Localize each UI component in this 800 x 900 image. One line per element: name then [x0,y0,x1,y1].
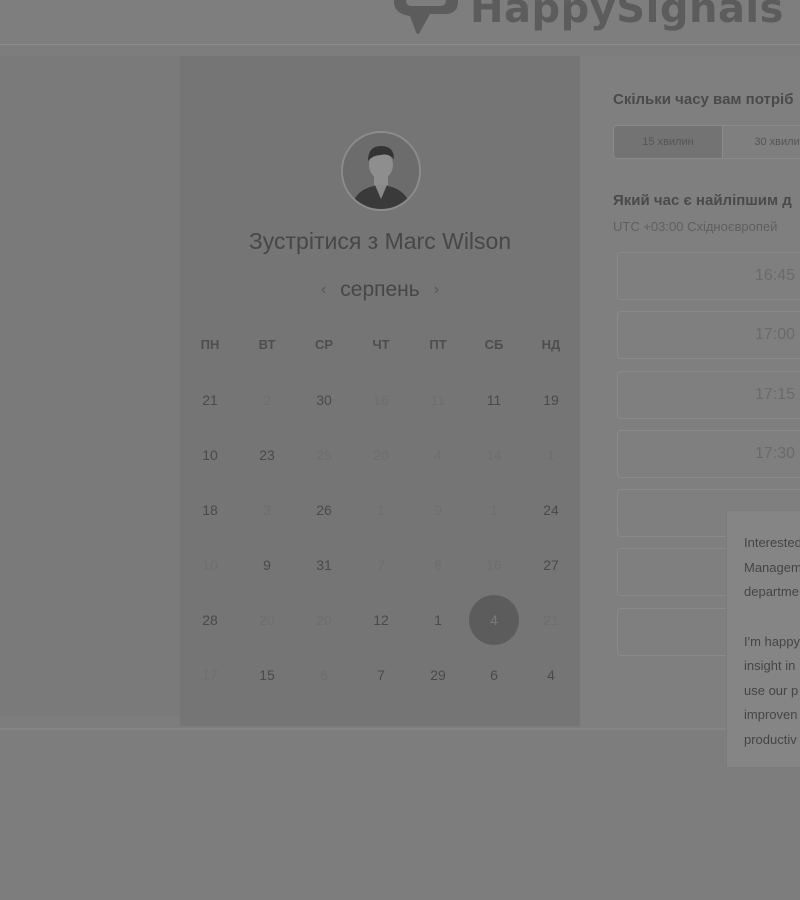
chat-message-line: use our p [744,683,799,698]
calendar-day: 3 [263,502,271,518]
calendar-day[interactable]: 19 [531,392,571,408]
time-question: Який час є найліпшим д [613,192,792,209]
host-avatar [341,131,421,211]
calendar-day: 16 [486,557,502,573]
weekday-label: НД [541,337,561,352]
calendar-day: 8 [434,557,442,573]
calendar-day[interactable]: 10 [190,447,230,463]
time-slot[interactable]: 17:15 [617,371,800,419]
chat-popup[interactable]: Interested Managem departme I'm happy in… [726,510,800,768]
calendar-day: 1 [490,502,498,518]
calendar-day[interactable]: 6 [474,667,514,683]
calendar-day[interactable]: 11 [474,392,514,408]
chevron-left-icon[interactable]: ‹ [307,281,340,299]
calendar-day: 7 [377,557,385,573]
calendar-day: 2 [263,392,271,408]
calendar-day[interactable]: 31 [304,557,344,573]
meeting-title: Зустрітися з Marc Wilson [248,228,512,254]
duration-option-15[interactable]: 15 хвилин [614,126,723,158]
person-avatar-icon [343,133,419,209]
chat-message-line: Managem [744,560,800,575]
calendar-day: 16 [373,392,389,408]
calendar-day[interactable]: 26 [304,502,344,518]
time-slot[interactable]: 16:45 [617,252,800,300]
calendar-day[interactable]: 12 [361,612,401,628]
calendar-day: 1 [547,447,555,463]
calendar-day: 20 [373,447,389,463]
calendar-day[interactable]: 23 [247,447,287,463]
duration-question: Скільки часу вам потріб [613,91,794,108]
calendar-day[interactable]: 30 [304,392,344,408]
scheduler-panel: Зустрітися з Marc Wilson ‹ серпень › ПН … [180,56,580,726]
calendar-day[interactable]: 9 [247,557,287,573]
calendar-day: 20 [259,612,275,628]
weekday-label: ЧТ [372,337,390,352]
calendar-day[interactable]: 29 [418,667,458,683]
duration-option-30[interactable]: 30 хвили [723,126,800,158]
chevron-right-icon[interactable]: › [420,281,453,299]
calendar-day[interactable]: 27 [531,557,571,573]
calendar-day: 9 [434,502,442,518]
calendar-day: 11 [430,392,446,408]
calendar-day: 17 [202,667,218,683]
weekday-label: СБ [484,337,504,352]
chat-message-line: insight in [744,658,796,673]
calendar-day[interactable]: 24 [531,502,571,518]
brand-name: HappySignals [470,0,784,32]
calendar-day: 10 [202,557,218,573]
chat-message-line: productiv [744,732,797,747]
calendar-day: 1 [377,502,385,518]
weekday-label: ПН [200,337,220,352]
chat-message-line: Interested [744,535,800,550]
timezone-label[interactable]: UTC +03:00 Східноєвропей [613,219,777,234]
duration-selector: 15 хвилин 30 хвили [613,125,800,159]
header-bar: HappySignals [0,0,800,45]
calendar-day: 6 [320,667,328,683]
weekday-label: СР [314,337,334,352]
chat-message-line: departme [744,584,799,599]
calendar-day[interactable]: 7 [361,667,401,683]
left-pane [0,56,180,716]
weekday-label: ПТ [429,337,447,352]
calendar-day: 14 [486,447,502,463]
calendar-day[interactable]: 21 [190,392,230,408]
weekday-label: ВТ [258,337,276,352]
calendar-day[interactable]: 4 [531,667,571,683]
calendar-day[interactable]: 28 [190,612,230,628]
calendar-day: 20 [316,612,332,628]
chat-message-line: improven [744,707,798,722]
divider [0,728,800,730]
month-navigation: ‹ серпень › [180,278,580,302]
calendar-day: 4 [434,447,442,463]
month-label: серпень [340,278,420,301]
calendar-day[interactable]: 1 [418,612,458,628]
calendar-day: 21 [543,612,559,628]
calendar-day[interactable]: 15 [247,667,287,683]
logo[interactable]: HappySignals [390,0,784,40]
time-slot[interactable]: 17:30 [617,430,800,478]
calendar-day-selected[interactable]: 4 [469,595,519,645]
calendar-day[interactable]: 18 [190,502,230,518]
chat-message-line: I'm happy [744,634,800,649]
time-slot[interactable]: 17:00 [617,311,800,359]
speech-bubble-logo-icon [394,0,458,34]
calendar-day: 25 [316,447,332,463]
